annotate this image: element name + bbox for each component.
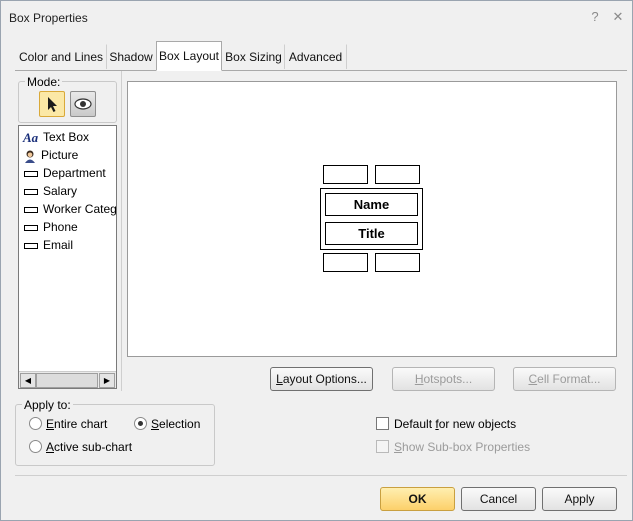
ok-button[interactable]: OK xyxy=(380,487,455,511)
default-for-new-objects-checkbox[interactable] xyxy=(376,417,389,430)
option-text: election xyxy=(159,417,201,431)
scroll-left-icon[interactable]: ◀ xyxy=(20,373,36,388)
preview-field-title[interactable]: Title xyxy=(325,222,418,245)
tab-box-sizing[interactable]: Box Sizing xyxy=(222,44,285,69)
list-item-label: Salary xyxy=(43,184,78,198)
picture-icon xyxy=(25,150,35,163)
tab-advanced[interactable]: Advanced xyxy=(284,44,347,69)
button-label: ell Format... xyxy=(537,372,601,386)
button-label: ayout Options... xyxy=(282,372,367,386)
field-icon xyxy=(24,206,38,213)
preview-field-label: Title xyxy=(358,226,385,241)
option-text: Default xyxy=(394,417,436,431)
preview-field-label: Name xyxy=(353,197,390,212)
cell-format-button[interactable]: Cell Format... xyxy=(513,367,616,391)
accel-key: S xyxy=(151,417,160,431)
default-for-new-objects-label[interactable]: Default for new objects xyxy=(394,417,516,431)
list-item-worker-category[interactable]: Worker Category xyxy=(23,200,117,218)
apply-to-label: Apply to: xyxy=(22,398,73,412)
fields-list[interactable]: Aa Text Box Picture Department Salary Wor… xyxy=(18,125,117,389)
list-item-label: Email xyxy=(43,238,74,252)
field-icon xyxy=(24,188,38,195)
list-item-label: Phone xyxy=(43,220,78,234)
vertical-divider xyxy=(121,71,122,391)
accel-key: A xyxy=(46,440,55,454)
list-item-label: Worker Category xyxy=(43,202,117,216)
option-text: or new objects xyxy=(438,417,517,431)
scroll-thumb[interactable] xyxy=(36,373,98,388)
preview-slot-top-right[interactable] xyxy=(375,165,420,184)
cancel-button[interactable]: Cancel xyxy=(461,487,536,511)
eye-icon xyxy=(74,98,92,110)
radio-selection-label[interactable]: Selection xyxy=(151,417,200,431)
box-properties-dialog: Box Properties ? ✕ Color and Lines Shado… xyxy=(0,0,633,521)
list-item-label: Text Box xyxy=(43,130,90,144)
option-text: ntire chart xyxy=(54,417,108,431)
select-mode-button[interactable] xyxy=(39,91,65,117)
list-item-text-box[interactable]: Aa Text Box xyxy=(23,128,89,146)
dialog-title: Box Properties xyxy=(9,11,88,25)
tab-color-and-lines[interactable]: Color and Lines xyxy=(15,44,107,69)
option-text: how Sub-box Properties xyxy=(402,440,531,454)
preview-field-name[interactable]: Name xyxy=(325,193,418,216)
accel-key: C xyxy=(528,372,538,386)
list-item-phone[interactable]: Phone xyxy=(23,218,78,236)
list-item-picture[interactable]: Picture xyxy=(23,146,78,164)
view-mode-button[interactable] xyxy=(70,91,96,117)
hotspots-button[interactable]: Hotspots... xyxy=(392,367,495,391)
preview-slot-top-left[interactable] xyxy=(323,165,368,184)
field-icon xyxy=(24,242,38,249)
radio-entire-chart-label[interactable]: Entire chart xyxy=(46,417,107,431)
accel-key: E xyxy=(46,417,55,431)
apply-button[interactable]: Apply xyxy=(542,487,617,511)
tab-box-layout[interactable]: Box Layout xyxy=(156,41,222,71)
list-item-email[interactable]: Email xyxy=(23,236,73,254)
horizontal-scrollbar[interactable]: ◀ ▶ xyxy=(19,371,116,388)
accel-key: S xyxy=(394,440,403,454)
list-item-label: Picture xyxy=(41,148,79,162)
help-icon[interactable]: ? xyxy=(586,8,604,26)
radio-entire-chart[interactable] xyxy=(29,417,42,430)
show-sub-box-properties-label[interactable]: Show Sub-box Properties xyxy=(394,440,530,454)
accel-key: L xyxy=(276,372,283,386)
radio-active-sub-chart-label[interactable]: Active sub-chart xyxy=(46,440,132,454)
apply-to-group xyxy=(15,404,215,466)
tab-shadow[interactable]: Shadow xyxy=(105,44,157,69)
footer-separator xyxy=(15,475,627,476)
close-icon[interactable]: ✕ xyxy=(609,8,627,26)
option-text: ctive sub-chart xyxy=(54,440,133,454)
button-label: otspots... xyxy=(423,372,473,386)
mode-label: Mode: xyxy=(25,75,63,89)
preview-slot-bottom-right[interactable] xyxy=(375,253,420,272)
preview-slot-bottom-left[interactable] xyxy=(323,253,368,272)
list-item-label: Department xyxy=(43,166,106,180)
radio-selection[interactable] xyxy=(134,417,147,430)
scroll-right-icon[interactable]: ▶ xyxy=(99,373,115,388)
layout-options-button[interactable]: Layout Options... xyxy=(270,367,373,391)
cursor-arrow-icon xyxy=(48,97,57,112)
title-bar: Box Properties ? ✕ xyxy=(1,1,632,33)
list-item-salary[interactable]: Salary xyxy=(23,182,77,200)
field-icon xyxy=(24,224,38,231)
preview-main-box[interactable]: Name Title xyxy=(320,188,423,250)
radio-active-sub-chart[interactable] xyxy=(29,440,42,453)
field-icon xyxy=(24,170,38,177)
show-sub-box-properties-checkbox[interactable] xyxy=(376,440,389,453)
text-box-icon: Aa xyxy=(23,129,39,145)
layout-preview[interactable]: Name Title xyxy=(127,81,617,357)
list-item-department[interactable]: Department xyxy=(23,164,106,182)
